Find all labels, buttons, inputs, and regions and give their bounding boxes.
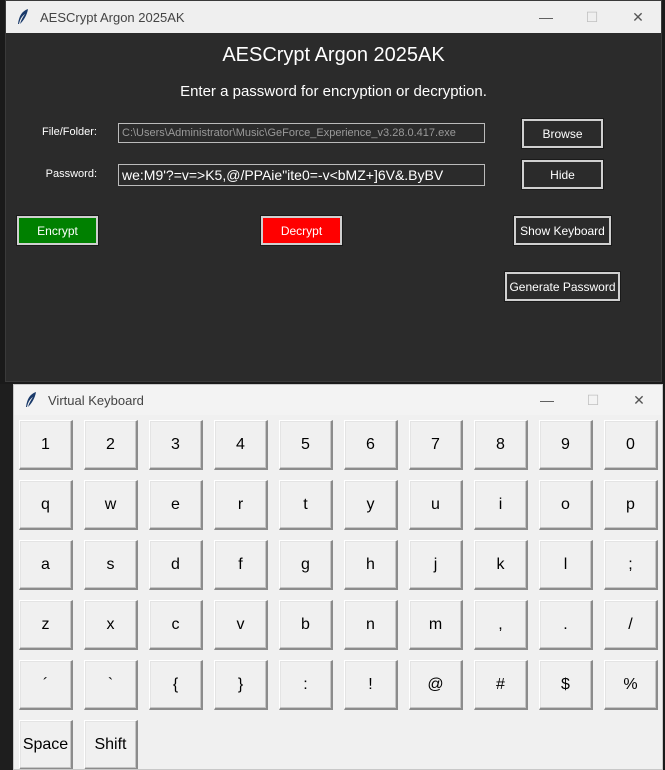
- keyboard-window: Virtual Keyboard — ☐ ✕ 1234567890 qwertyu…: [13, 384, 663, 770]
- key-char-114[interactable]: r: [214, 480, 268, 530]
- key-char-107[interactable]: k: [474, 540, 528, 590]
- key-char-109[interactable]: m: [409, 600, 463, 650]
- key-space[interactable]: Space: [19, 720, 73, 769]
- decrypt-button[interactable]: Decrypt: [260, 215, 343, 246]
- minimize-icon[interactable]: —: [523, 1, 569, 33]
- maximize-icon[interactable]: ☐: [570, 385, 616, 415]
- key-char-125[interactable]: }: [214, 660, 268, 710]
- close-icon[interactable]: ✕: [616, 385, 662, 415]
- key-char-36[interactable]: $: [539, 660, 593, 710]
- key-char-120[interactable]: x: [84, 600, 138, 650]
- key-char-52[interactable]: 4: [214, 420, 268, 470]
- key-char-50[interactable]: 2: [84, 420, 138, 470]
- key-char-49[interactable]: 1: [19, 420, 73, 470]
- main-window: AESCrypt Argon 2025AK — ☐ ✕ AESCrypt Arg…: [5, 0, 662, 382]
- maximize-icon[interactable]: ☐: [569, 1, 615, 33]
- key-char-115[interactable]: s: [84, 540, 138, 590]
- key-char-96[interactable]: `: [84, 660, 138, 710]
- key-char-48[interactable]: 0: [604, 420, 658, 470]
- key-char-59[interactable]: ;: [604, 540, 658, 590]
- key-char-106[interactable]: j: [409, 540, 463, 590]
- key-char-102[interactable]: f: [214, 540, 268, 590]
- show-keyboard-button[interactable]: Show Keyboard: [513, 215, 612, 246]
- key-char-119[interactable]: w: [84, 480, 138, 530]
- key-char-111[interactable]: o: [539, 480, 593, 530]
- keyboard-window-title: Virtual Keyboard: [48, 392, 144, 408]
- main-titlebar[interactable]: AESCrypt Argon 2025AK — ☐ ✕: [6, 1, 661, 33]
- key-char-98[interactable]: b: [279, 600, 333, 650]
- key-char-113[interactable]: q: [19, 480, 73, 530]
- key-char-64[interactable]: @: [409, 660, 463, 710]
- browse-button[interactable]: Browse: [521, 118, 604, 149]
- key-char-51[interactable]: 3: [149, 420, 203, 470]
- key-char-110[interactable]: n: [344, 600, 398, 650]
- key-char-99[interactable]: c: [149, 600, 203, 650]
- key-char-55[interactable]: 7: [409, 420, 463, 470]
- key-char-108[interactable]: l: [539, 540, 593, 590]
- file-folder-label: File/Folder:: [41, 126, 97, 138]
- close-icon[interactable]: ✕: [615, 1, 661, 33]
- key-char-116[interactable]: t: [279, 480, 333, 530]
- key-char-180[interactable]: ´: [19, 660, 73, 710]
- page-title: AESCrypt Argon 2025AK: [222, 44, 445, 66]
- page-subtitle: Enter a password for encryption or decry…: [180, 83, 487, 100]
- feather-icon: [18, 9, 28, 24]
- key-char-47[interactable]: /: [604, 600, 658, 650]
- key-char-44[interactable]: ,: [474, 600, 528, 650]
- key-char-117[interactable]: u: [409, 480, 463, 530]
- key-char-100[interactable]: d: [149, 540, 203, 590]
- encrypt-button[interactable]: Encrypt: [16, 215, 99, 246]
- key-char-103[interactable]: g: [279, 540, 333, 590]
- hide-button[interactable]: Hide: [521, 159, 604, 190]
- password-label: Password:: [45, 168, 97, 180]
- key-char-112[interactable]: p: [604, 480, 658, 530]
- key-char-37[interactable]: %: [604, 660, 658, 710]
- key-char-122[interactable]: z: [19, 600, 73, 650]
- key-char-121[interactable]: y: [344, 480, 398, 530]
- key-char-54[interactable]: 6: [344, 420, 398, 470]
- key-char-105[interactable]: i: [474, 480, 528, 530]
- main-window-title: AESCrypt Argon 2025AK: [40, 9, 185, 25]
- minimize-icon[interactable]: —: [524, 385, 570, 415]
- feather-icon: [26, 392, 36, 407]
- generate-password-button[interactable]: Generate Password: [504, 271, 621, 302]
- key-char-101[interactable]: e: [149, 480, 203, 530]
- keyboard-titlebar[interactable]: Virtual Keyboard — ☐ ✕: [14, 385, 662, 415]
- key-char-104[interactable]: h: [344, 540, 398, 590]
- key-char-57[interactable]: 9: [539, 420, 593, 470]
- password-field[interactable]: we:M9'?=v=>K5,@/PPAie"ite0=-v<bMZ+]6V&.B…: [118, 164, 485, 186]
- key-char-56[interactable]: 8: [474, 420, 528, 470]
- background-window-strip: [0, 384, 13, 770]
- key-char-35[interactable]: #: [474, 660, 528, 710]
- key-char-53[interactable]: 5: [279, 420, 333, 470]
- file-path-field[interactable]: C:\Users\Administrator\Music\GeForce_Exp…: [118, 123, 485, 143]
- key-char-97[interactable]: a: [19, 540, 73, 590]
- key-char-46[interactable]: .: [539, 600, 593, 650]
- key-char-58[interactable]: :: [279, 660, 333, 710]
- key-char-118[interactable]: v: [214, 600, 268, 650]
- key-char-123[interactable]: {: [149, 660, 203, 710]
- key-shift[interactable]: Shift: [84, 720, 138, 769]
- key-char-33[interactable]: !: [344, 660, 398, 710]
